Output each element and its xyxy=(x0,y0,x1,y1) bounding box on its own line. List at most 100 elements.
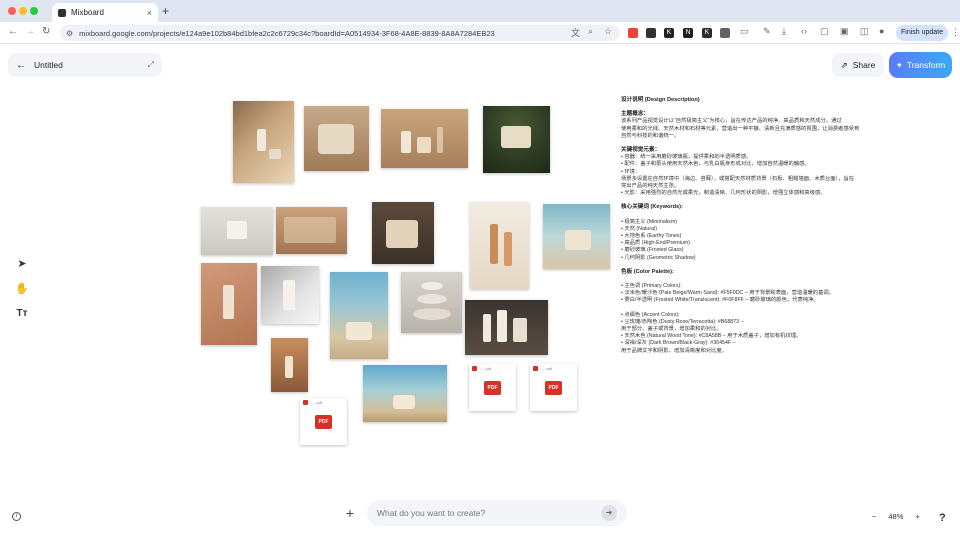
canvas-image-beach-jar[interactable] xyxy=(543,204,610,269)
hand-pan-icon[interactable]: ✋ xyxy=(10,278,34,300)
info-icon[interactable]: i xyxy=(12,512,21,521)
description-heading: 设计说明 (Design Description) xyxy=(621,97,700,103)
share-label: Share xyxy=(852,60,876,70)
canvas-image-jar-closeup[interactable] xyxy=(304,106,369,171)
design-description-text[interactable]: 设计说明 (Design Description) 主题概念： 该系列产品视觉设计以… xyxy=(621,97,861,355)
site-info-icon[interactable]: ⚙ xyxy=(66,29,73,38)
tab-search-icon[interactable]: ▣ xyxy=(840,26,849,37)
maximize-window-button[interactable] xyxy=(30,7,38,15)
canvas-image-seaside-jar[interactable] xyxy=(363,365,447,422)
puzzle-extension-icon[interactable] xyxy=(720,28,730,38)
devtools-icon[interactable]: ‹› xyxy=(801,26,807,36)
back-arrow-icon[interactable]: ← xyxy=(16,60,26,71)
zoom-level: 48% xyxy=(888,512,904,521)
zoom-out-button[interactable]: − xyxy=(872,512,876,521)
description-line: • 深褐/深灰 (Dark Brown/Black-Gray): #36454F… xyxy=(621,340,736,347)
mixboard-favicon-icon xyxy=(58,8,66,17)
description-line: 该系列产品视觉设计以“自然极简主义”为核心，旨在传达产品的纯净、高品质和天然成分… xyxy=(621,118,842,125)
canvas-image-wood-display[interactable] xyxy=(276,207,347,254)
lock-extension-icon[interactable] xyxy=(646,28,656,38)
profile-icon[interactable]: ● xyxy=(879,26,884,36)
pdf-extension-icon[interactable] xyxy=(628,28,638,38)
zoom-icon[interactable]: ⌕ xyxy=(588,26,593,37)
pdf-file-icon xyxy=(472,366,477,371)
close-window-button[interactable] xyxy=(8,7,16,15)
pdf-badge-icon: PDF xyxy=(484,381,501,395)
description-line: 用于品牌文字和阴影，增加清晰度和对比度。 xyxy=(621,347,727,354)
more-menu-icon[interactable]: ⋮ xyxy=(951,27,960,38)
pdf-filename: ......pdf xyxy=(310,400,323,405)
select-cursor-icon[interactable]: ➤ xyxy=(10,253,34,275)
pdf-filename: ......pdf xyxy=(540,366,553,371)
url-text: mixboard.google.com/projects/e124a9e102b… xyxy=(79,28,495,38)
description-line: • 环境： xyxy=(621,168,641,175)
canvas-image-terracotta-dropper[interactable] xyxy=(201,263,257,345)
new-tab-button[interactable]: + xyxy=(162,4,169,18)
bookmark-star-icon[interactable]: ☆ xyxy=(604,26,612,37)
minimize-window-button[interactable] xyxy=(19,7,27,15)
add-button[interactable]: + xyxy=(341,504,359,522)
canvas-image-product-shadow[interactable] xyxy=(233,101,294,183)
send-arrow-icon[interactable]: ➜ xyxy=(601,505,617,521)
description-line: 场景多设置在自然环境中（海边、苔藓），或搭配天然材质背景（石板、粗糙墙面、木质台… xyxy=(621,175,855,182)
canvas-image-bottle-plinth[interactable] xyxy=(261,266,319,324)
project-title-chip[interactable]: ← Untitled ⤢ xyxy=(8,53,162,77)
forward-arrow-icon[interactable]: → xyxy=(25,26,35,37)
sidebar-icon[interactable]: ▭ xyxy=(740,26,749,37)
tab-title: Mixboard xyxy=(71,8,104,17)
pdf-file-icon xyxy=(303,400,308,405)
description-line: • 天然 (Natural) xyxy=(621,225,657,232)
description-line: • 配件：盖子和泵头使用天然木色，与乳白瓶身形成对比，增加自然温暖的触感。 xyxy=(621,161,810,168)
description-line: • 光影：采用强烈的自然光或柔光，制造清晰、几何形状的阴影，增强立体感和高级感。 xyxy=(621,190,826,197)
finish-update-button[interactable]: Finish update xyxy=(896,25,948,41)
description-line: • 磨砂玻璃 (Frosted Glass) xyxy=(621,247,684,254)
expand-icon[interactable]: ⤢ xyxy=(148,60,154,70)
address-bar: ← → ↻ ⚙ mixboard.google.com/projects/e12… xyxy=(0,22,960,44)
canvas-image-stacked-stones[interactable] xyxy=(401,272,462,333)
canvas-image-moss-jar[interactable] xyxy=(483,106,550,173)
transform-button[interactable]: ✦ Transform xyxy=(889,52,952,78)
n-extension-icon[interactable]: N xyxy=(683,28,693,38)
pdf-filename: ......pdf xyxy=(479,366,492,371)
reload-icon[interactable]: ↻ xyxy=(42,26,50,37)
pdf-file-icon xyxy=(533,366,538,371)
pdf-attachment-card[interactable]: ......pdf PDF xyxy=(530,364,577,411)
canvas-image-bottle-lineup[interactable] xyxy=(465,300,548,355)
project-title[interactable]: Untitled xyxy=(34,60,63,70)
url-input[interactable]: ⚙ mixboard.google.com/projects/e124a9e10… xyxy=(60,25,620,41)
screenshot-icon[interactable]: ▢ xyxy=(820,26,829,37)
canvas-image-jar-dark-stone[interactable] xyxy=(372,202,434,264)
canvas-image-bottles-set[interactable] xyxy=(381,109,468,168)
canvas-image-beach-cream[interactable] xyxy=(330,272,388,359)
transform-label: Transform xyxy=(906,60,946,70)
pdf-attachment-card[interactable]: ......pdf PDF xyxy=(469,364,516,411)
back-arrow-icon[interactable]: ← xyxy=(8,26,18,37)
pdf-badge-icon: PDF xyxy=(545,381,562,395)
canvas-image-amber-dropper[interactable] xyxy=(470,202,529,289)
pdf-attachment-card[interactable]: ......pdf PDF xyxy=(300,398,347,445)
help-button[interactable]: ? xyxy=(939,512,946,524)
translate-icon[interactable]: 文 xyxy=(571,26,580,39)
prompt-placeholder: What do you want to create? xyxy=(377,508,486,518)
split-view-icon[interactable]: ◫ xyxy=(860,26,869,37)
download-icon[interactable]: ⤓ xyxy=(782,26,786,37)
browser-tab[interactable]: Mixboard × xyxy=(52,3,158,22)
zoom-in-button[interactable]: + xyxy=(915,512,919,521)
pdf-badge-icon: PDF xyxy=(315,415,332,429)
canvas-image-autumn-bottle[interactable] xyxy=(271,338,308,392)
k2-extension-icon[interactable]: K xyxy=(702,28,712,38)
prompt-input[interactable]: What do you want to create? ➜ xyxy=(367,500,627,526)
edit-icon[interactable]: ✎ xyxy=(763,26,771,37)
description-line: • 尘玫瑰/赤陶色 (Dusty Rose/Terracotta): #B688… xyxy=(621,318,744,325)
share-button[interactable]: ⇗ Share xyxy=(832,53,884,77)
k-extension-icon[interactable]: K xyxy=(664,28,674,38)
canvas-image-glass-bottles[interactable] xyxy=(201,207,273,255)
text-tool-icon[interactable]: Tт xyxy=(10,303,34,325)
description-line: • 极简主义 (Minimalism) xyxy=(621,218,677,225)
description-line: • 点缀色 (Accent Colors): xyxy=(621,311,680,318)
tab-close-icon[interactable]: × xyxy=(147,8,152,18)
